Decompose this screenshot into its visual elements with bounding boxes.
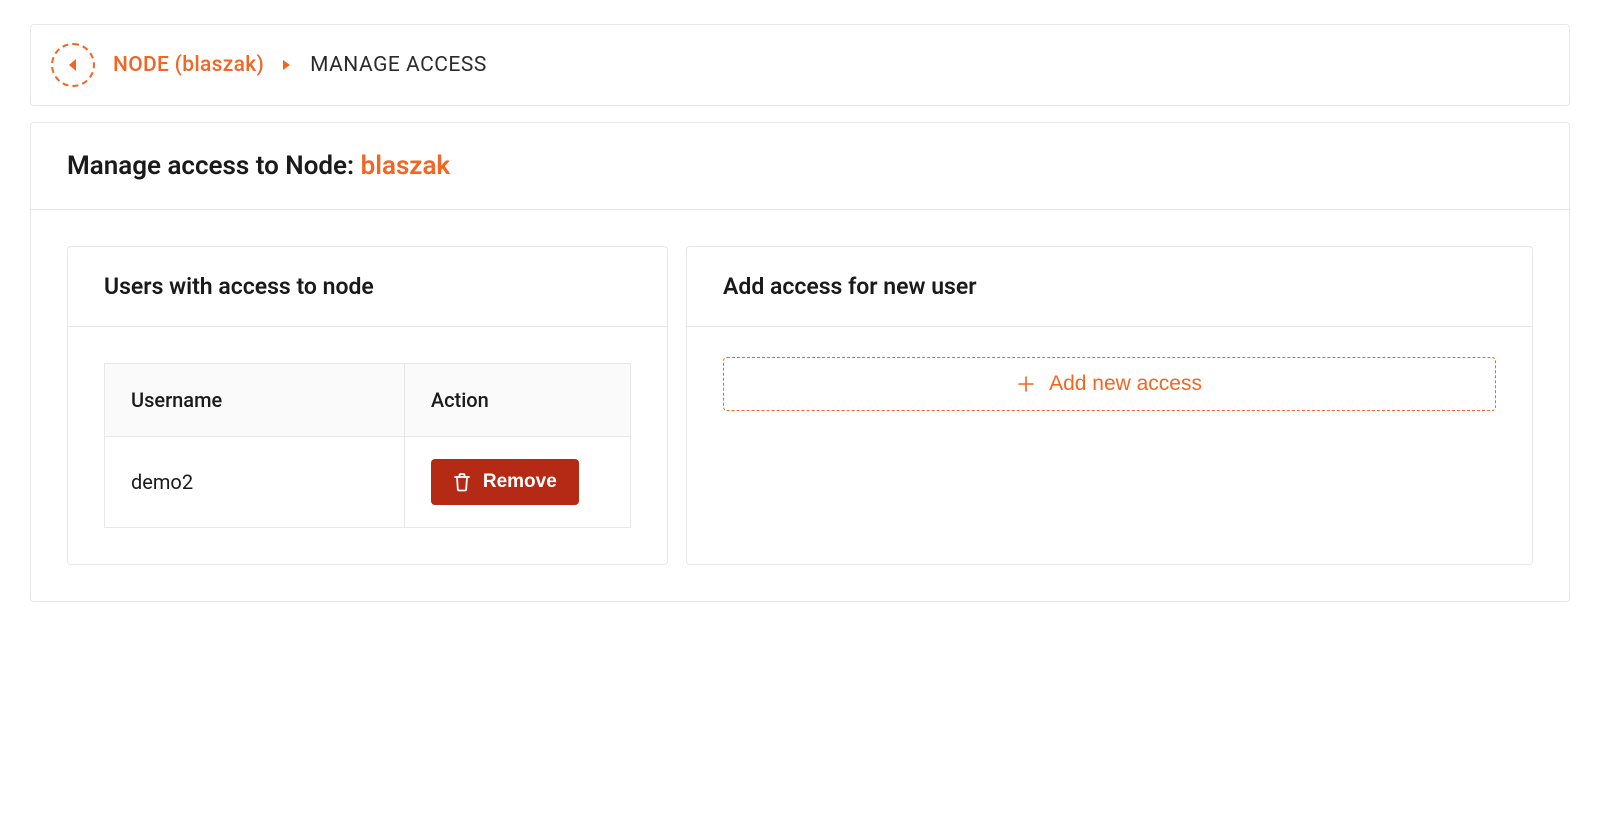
users-access-card: Users with access to node Username Actio… bbox=[67, 246, 668, 565]
users-card-body: Username Action demo2 bbox=[68, 327, 667, 564]
caret-left-icon bbox=[67, 58, 79, 72]
breadcrumb: NODE (blaszak) MANAGE ACCESS bbox=[30, 24, 1570, 106]
col-username-header: Username bbox=[105, 364, 405, 437]
table-row: demo2 bbox=[105, 437, 631, 528]
table-header-row: Username Action bbox=[105, 364, 631, 437]
add-access-card: Add access for new user Add new access bbox=[686, 246, 1533, 565]
page-title-row: Manage access to Node: blaszak bbox=[31, 123, 1569, 210]
add-card-body: Add new access bbox=[687, 327, 1532, 447]
main-panel: Manage access to Node: blaszak Users wit… bbox=[30, 122, 1570, 602]
caret-right-icon bbox=[282, 59, 292, 71]
add-new-access-label: Add new access bbox=[1049, 372, 1202, 396]
users-card-title: Users with access to node bbox=[68, 247, 667, 327]
remove-button[interactable]: Remove bbox=[431, 459, 579, 505]
content-row: Users with access to node Username Actio… bbox=[31, 210, 1569, 601]
breadcrumb-node-link[interactable]: NODE (blaszak) bbox=[113, 53, 264, 77]
back-button[interactable] bbox=[51, 43, 95, 87]
col-action-header: Action bbox=[404, 364, 630, 437]
cell-action: Remove bbox=[404, 437, 630, 528]
plus-icon bbox=[1017, 375, 1035, 393]
access-table: Username Action demo2 bbox=[104, 363, 631, 528]
page-title: Manage access to Node: blaszak bbox=[67, 151, 1533, 181]
cell-username: demo2 bbox=[105, 437, 405, 528]
trash-icon bbox=[453, 472, 471, 492]
page-title-prefix: Manage access to Node: bbox=[67, 151, 361, 181]
page-title-node-name: blaszak bbox=[361, 151, 451, 181]
add-card-title: Add access for new user bbox=[687, 247, 1532, 327]
breadcrumb-current: MANAGE ACCESS bbox=[310, 53, 487, 77]
add-new-access-button[interactable]: Add new access bbox=[723, 357, 1496, 411]
remove-button-label: Remove bbox=[483, 471, 557, 493]
